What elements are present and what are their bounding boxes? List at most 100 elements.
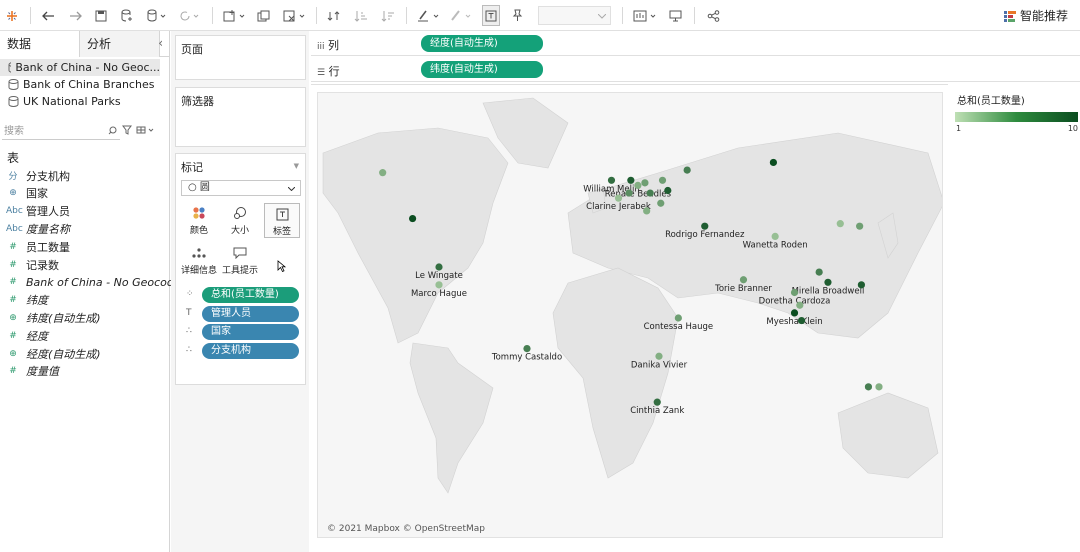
branch-point[interactable]	[824, 278, 832, 286]
rows-label: ☰ 行	[317, 63, 340, 79]
datasource-icon[interactable]	[146, 5, 168, 26]
branch-point[interactable]	[815, 268, 823, 276]
branch-point[interactable]	[864, 383, 873, 391]
branch-point[interactable]	[683, 166, 691, 174]
branch-point[interactable]	[646, 189, 654, 197]
clear-icon[interactable]	[282, 5, 308, 26]
new-datasource-icon[interactable]	[120, 5, 134, 26]
branch-point[interactable]	[857, 281, 866, 289]
share-icon[interactable]	[706, 5, 720, 26]
field-item[interactable]: # 度量值	[6, 363, 59, 380]
branch-point[interactable]	[409, 214, 417, 223]
refresh-icon[interactable]	[178, 5, 202, 26]
marks-pill[interactable]: 国家	[202, 324, 299, 340]
branch-point[interactable]	[627, 176, 635, 184]
columns-shelf[interactable]: iii 列 经度(自动生成)	[311, 31, 1080, 56]
size-button[interactable]: 大小	[222, 203, 258, 238]
marks-pill[interactable]: 分支机构	[202, 342, 299, 359]
branch-point[interactable]	[614, 194, 623, 202]
branch-point[interactable]	[657, 199, 665, 207]
branch-point[interactable]	[625, 189, 633, 197]
field-item[interactable]: Abc 管理人员	[6, 203, 70, 220]
branch-point[interactable]	[790, 309, 799, 317]
filters-card[interactable]: 筛选器	[175, 87, 306, 147]
save-icon[interactable]	[94, 5, 108, 26]
field-item[interactable]: 分分支机构	[6, 167, 70, 184]
branch-point[interactable]	[875, 383, 883, 391]
field-item[interactable]: # 纬度	[6, 292, 48, 309]
field-item[interactable]: # 经度	[6, 327, 48, 344]
branch-point[interactable]	[643, 207, 651, 215]
pages-card[interactable]: 页面	[175, 35, 306, 80]
branch-point[interactable]	[435, 281, 443, 289]
collapse-icon[interactable]: ‹	[158, 36, 163, 50]
columns-pill[interactable]: 经度(自动生成)	[421, 35, 543, 52]
datasource-item[interactable]: UK National Parks	[0, 93, 169, 110]
highlight-icon[interactable]	[416, 5, 442, 26]
branch-point[interactable]	[797, 316, 806, 325]
fit-dropdown[interactable]	[538, 6, 611, 25]
branch-point[interactable]	[796, 301, 804, 309]
search-icon[interactable]	[108, 126, 117, 135]
marks-pill[interactable]: 管理人员	[202, 305, 299, 322]
branch-point[interactable]	[790, 288, 799, 297]
undo-icon[interactable]	[41, 5, 55, 26]
branch-point[interactable]	[856, 222, 864, 230]
branch-point[interactable]	[674, 314, 682, 322]
field-search-input[interactable]: 搜索	[2, 124, 120, 140]
tooltip-button[interactable]: 工具提示	[222, 243, 258, 278]
branch-point[interactable]	[769, 158, 777, 167]
field-item[interactable]: Abc 度量名称	[6, 220, 70, 237]
duplicate-icon[interactable]	[256, 5, 270, 26]
branch-point[interactable]	[664, 186, 672, 195]
redo-icon[interactable]	[68, 5, 82, 26]
pin-icon[interactable]	[510, 5, 524, 26]
branch-point[interactable]	[641, 179, 649, 187]
rows-shelf[interactable]: ☰ 行 纬度(自动生成)	[311, 57, 1080, 82]
swap-icon[interactable]	[326, 5, 340, 26]
field-item[interactable]: ⊕ 国家	[6, 185, 48, 202]
label-icon[interactable]	[482, 5, 500, 26]
mark-type-select[interactable]: ○ 圆	[181, 180, 301, 196]
sort-asc-icon[interactable]	[353, 5, 367, 26]
datasource-item[interactable]: Bank of China Branches	[0, 76, 169, 93]
branch-point[interactable]	[701, 222, 709, 230]
branch-point[interactable]	[836, 220, 844, 228]
field-item[interactable]: # 记录数	[6, 256, 59, 273]
datasource-item[interactable]: Bank of China - No Geoc...	[0, 59, 160, 76]
marks-pill[interactable]: 总和(员工数量)	[202, 287, 299, 303]
group-icon[interactable]	[448, 5, 474, 26]
branch-point[interactable]	[607, 176, 616, 184]
color-button[interactable]: 颜色	[181, 203, 217, 238]
field-item[interactable]: # Bank of China - No Geocodi...	[6, 274, 187, 291]
filter-icon[interactable]	[122, 125, 132, 135]
show-cards-icon[interactable]	[632, 5, 660, 26]
branch-point[interactable]	[739, 276, 748, 284]
branch-point[interactable]	[634, 181, 642, 189]
detail-button[interactable]: 详细信息	[181, 243, 217, 278]
presentation-icon[interactable]	[668, 5, 682, 26]
branch-point[interactable]	[435, 263, 443, 271]
tab-analysis[interactable]: 分析	[80, 31, 160, 57]
field-item[interactable]: # 员工数量	[6, 238, 70, 255]
marks-menu-icon[interactable]: ▼	[294, 162, 299, 170]
field-item[interactable]: ⊕ 经度(自动生成)	[6, 345, 100, 362]
branch-point[interactable]	[771, 232, 779, 240]
view-options-icon[interactable]	[136, 125, 156, 135]
branch-point[interactable]	[658, 176, 667, 184]
rows-pill[interactable]: 纬度(自动生成)	[421, 61, 543, 78]
label-button[interactable]: 标签	[264, 203, 300, 238]
data-pane: 数据 分析 ‹ Bank of China - No Geoc... Bank …	[0, 31, 187, 552]
map-view[interactable]: William Melin Renate Beadles Clarine Jerab…	[317, 92, 943, 538]
color-legend[interactable]: 总和(员工数量) 1 10	[950, 84, 1080, 144]
branch-point[interactable]	[379, 169, 387, 177]
tab-data[interactable]: 数据	[0, 31, 80, 57]
branch-point[interactable]	[523, 345, 531, 353]
branch-point[interactable]	[655, 352, 663, 360]
field-item[interactable]: ⊕ 纬度(自动生成)	[6, 309, 100, 326]
smart-recommend-button[interactable]: 智能推荐	[1003, 7, 1068, 24]
branch-point[interactable]	[653, 398, 661, 406]
sort-desc-icon[interactable]	[380, 5, 394, 26]
tableau-logo-icon[interactable]	[5, 5, 19, 26]
new-sheet-icon[interactable]	[222, 5, 248, 26]
